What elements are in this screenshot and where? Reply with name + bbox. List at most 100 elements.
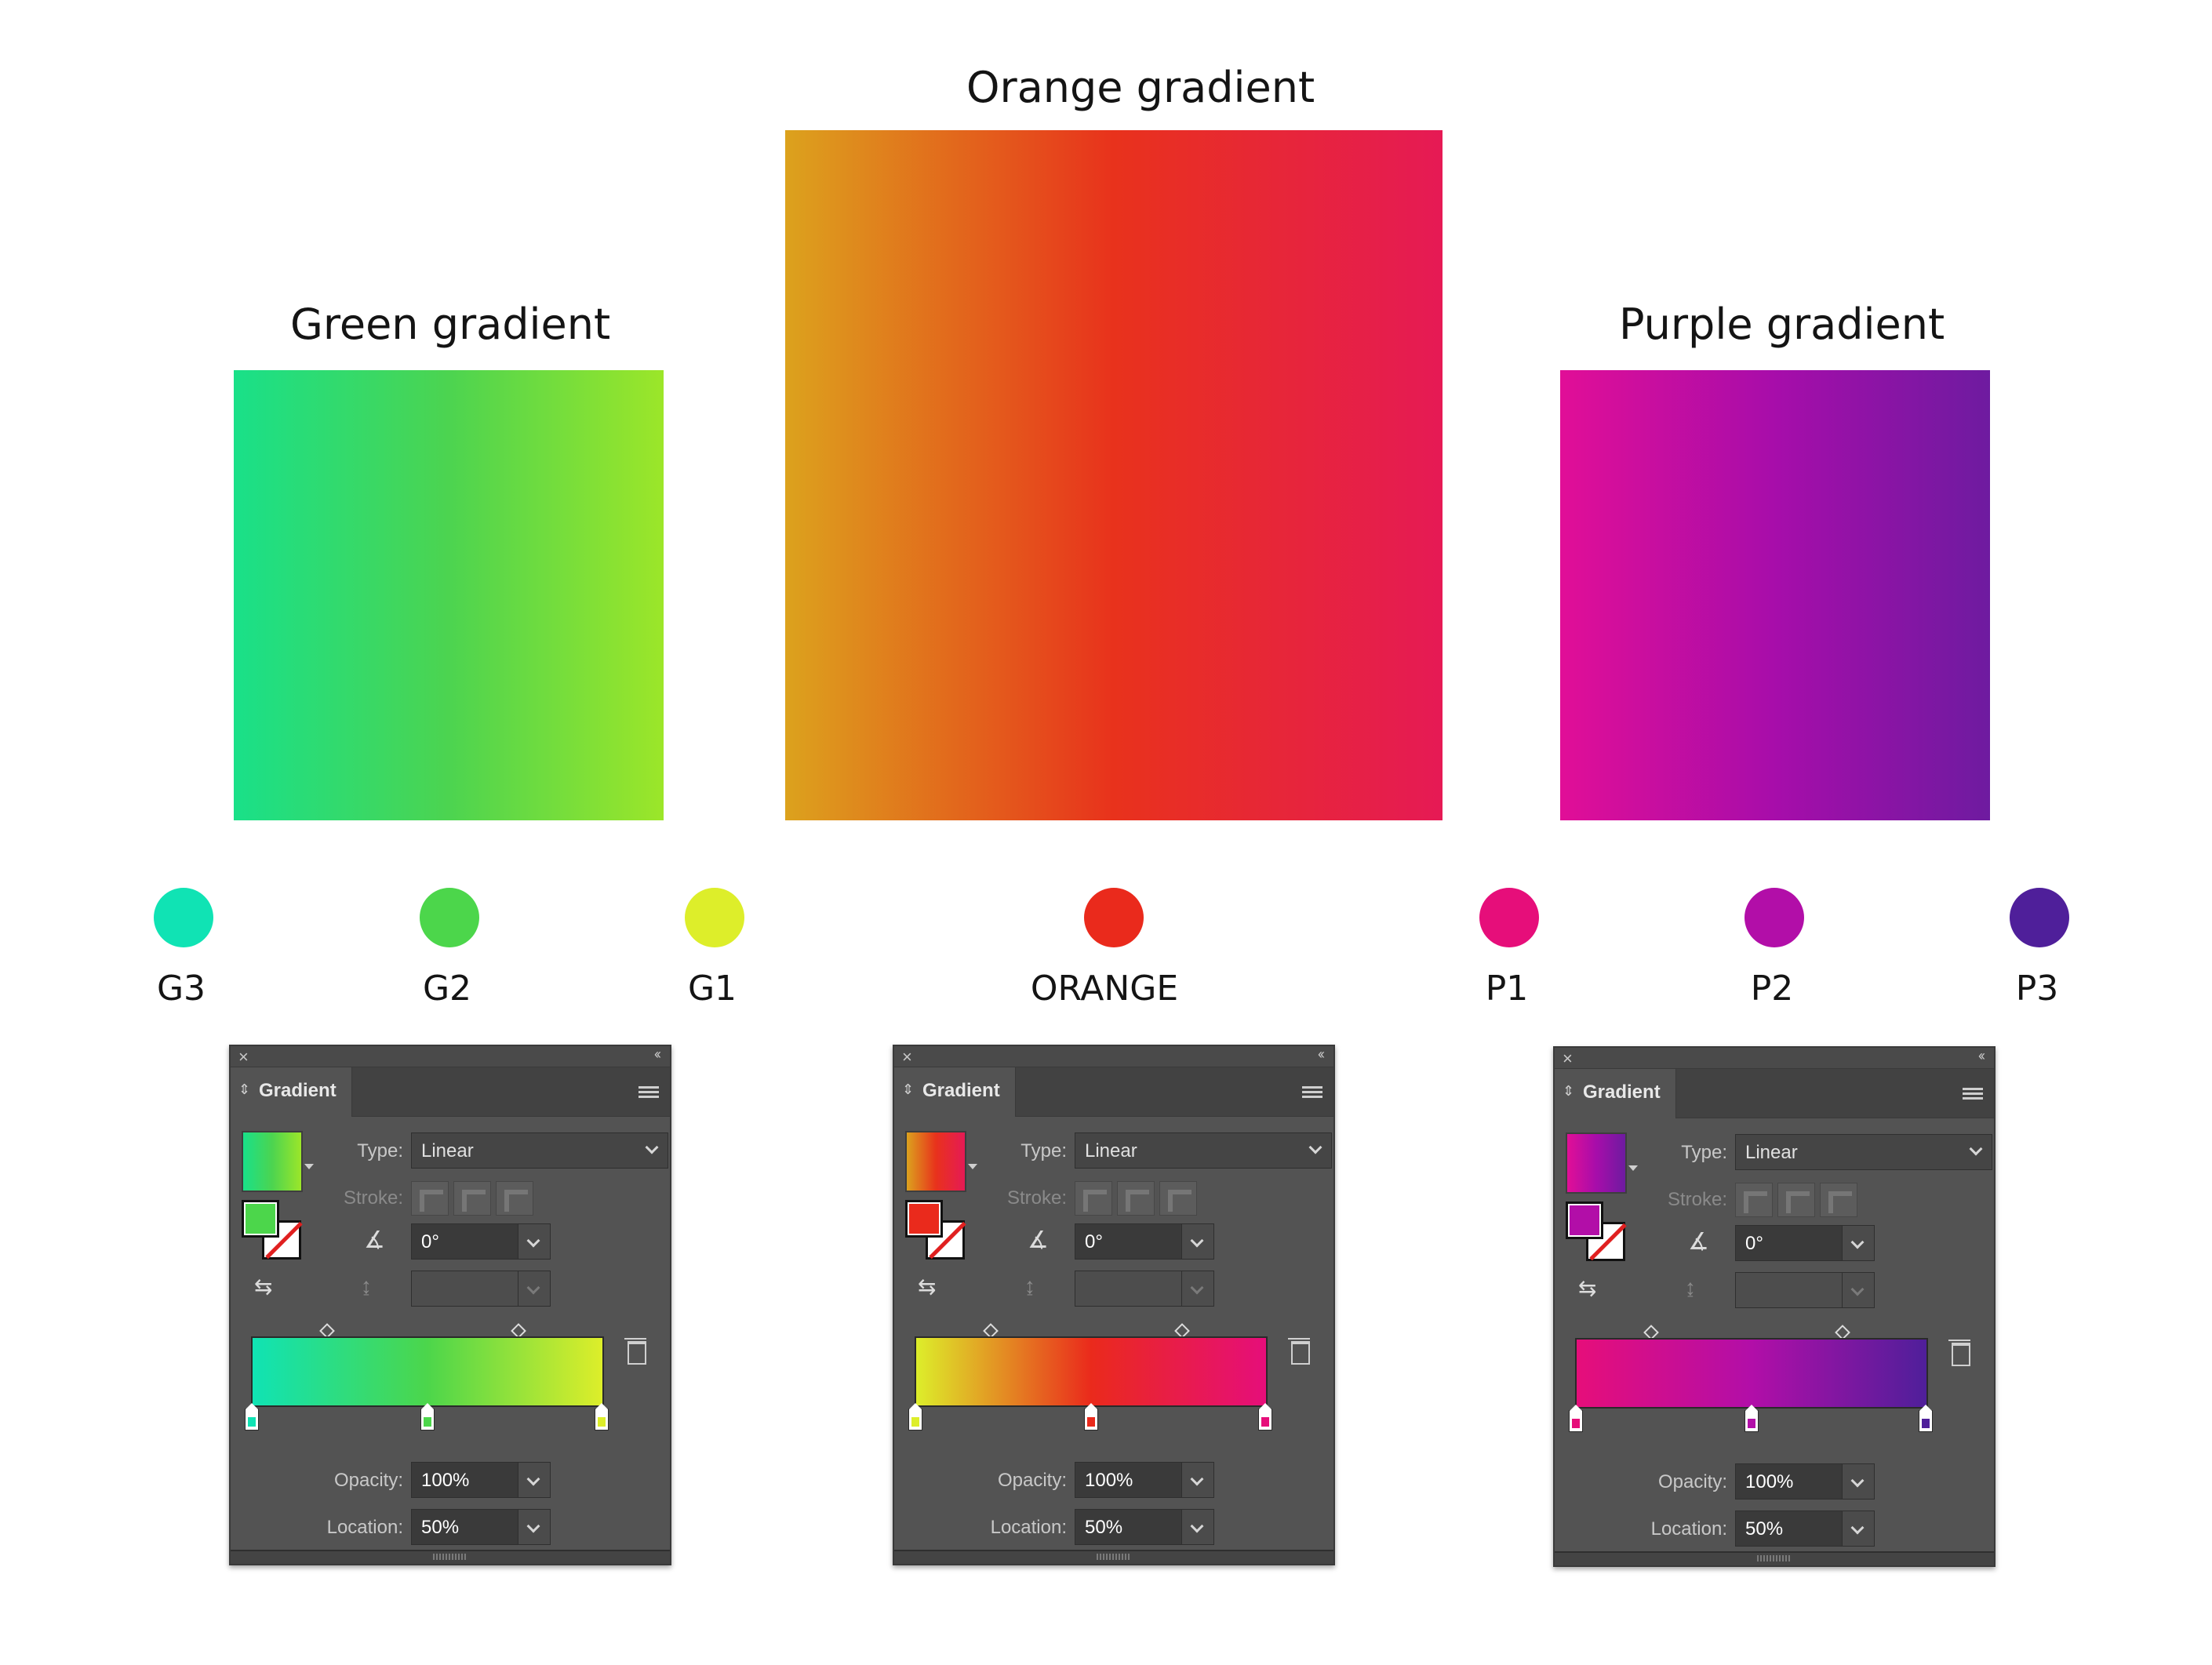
- gradient-ramp[interactable]: [1575, 1338, 1928, 1409]
- gradient-thumbnail[interactable]: [905, 1131, 966, 1192]
- location-dropdown-button[interactable]: [1842, 1510, 1875, 1547]
- gradient-stop-middle[interactable]: [420, 1403, 435, 1431]
- delete-stop-icon[interactable]: [1948, 1340, 1970, 1366]
- gradient-stop-right[interactable]: [595, 1403, 609, 1431]
- thumbnail-dropdown-icon[interactable]: [304, 1164, 314, 1169]
- thumbnail-dropdown-icon[interactable]: [1628, 1165, 1638, 1171]
- fill-stroke-indicator[interactable]: [1566, 1201, 1625, 1261]
- location-dropdown-button[interactable]: [518, 1509, 551, 1545]
- stroke-across-button[interactable]: [496, 1181, 533, 1216]
- stroke-along-button[interactable]: [1117, 1181, 1155, 1216]
- tab-gradient-label: Gradient: [922, 1080, 1000, 1101]
- stroke-across-button[interactable]: [1159, 1181, 1197, 1216]
- color-dot-p3: [2010, 888, 2069, 947]
- collapse-icon[interactable]: ‹‹: [654, 1046, 661, 1063]
- fill-color-box[interactable]: [242, 1200, 279, 1238]
- opacity-dropdown-button[interactable]: [518, 1462, 551, 1498]
- fill-stroke-indicator[interactable]: [242, 1200, 301, 1260]
- aspect-ratio-dropdown-button[interactable]: [1181, 1271, 1214, 1307]
- type-select[interactable]: Linear: [411, 1132, 668, 1169]
- updown-arrows-icon[interactable]: ⇕: [238, 1082, 250, 1098]
- fill-stroke-indicator[interactable]: [905, 1200, 965, 1260]
- aspect-ratio-input[interactable]: [1735, 1272, 1843, 1308]
- delete-stop-icon[interactable]: [1288, 1338, 1310, 1365]
- fill-color-box[interactable]: [1566, 1201, 1603, 1239]
- gradient-stop-left[interactable]: [908, 1403, 922, 1431]
- stroke-along-button[interactable]: [453, 1181, 491, 1216]
- panel-resize-bar[interactable]: [894, 1550, 1333, 1564]
- type-label: Type:: [357, 1140, 403, 1162]
- panel-menu-icon[interactable]: [1963, 1088, 1983, 1100]
- collapse-icon[interactable]: ‹‹: [1318, 1046, 1325, 1063]
- close-icon[interactable]: ×: [902, 1047, 912, 1067]
- angle-input[interactable]: 0°: [1735, 1225, 1843, 1261]
- delete-stop-icon[interactable]: [624, 1338, 646, 1365]
- resize-grip-icon[interactable]: [1757, 1555, 1792, 1561]
- opacity-input[interactable]: 100%: [1735, 1463, 1843, 1500]
- collapse-icon[interactable]: ‹‹: [1978, 1048, 1985, 1064]
- angle-dropdown-button[interactable]: [1181, 1223, 1214, 1260]
- gradient-panel-green: × ‹‹ ⇕ Gradient ⇆ Type: Linear Stroke: ∡…: [229, 1045, 671, 1565]
- panel-titlebar: × ‹‹: [1555, 1048, 1994, 1069]
- angle-dropdown-button[interactable]: [1842, 1225, 1875, 1261]
- angle-input[interactable]: 0°: [1075, 1223, 1183, 1260]
- gradient-stop-middle[interactable]: [1084, 1403, 1098, 1431]
- location-dropdown-button[interactable]: [1181, 1509, 1214, 1545]
- gradient-stop-right[interactable]: [1258, 1403, 1272, 1431]
- angle-input[interactable]: 0°: [411, 1223, 519, 1260]
- chevron-down-icon: [645, 1140, 659, 1154]
- stroke-within-button[interactable]: [1075, 1181, 1112, 1216]
- color-dot-g3: [154, 888, 213, 947]
- gradient-stop-right[interactable]: [1919, 1405, 1933, 1432]
- stroke-across-button[interactable]: [1820, 1183, 1857, 1217]
- tab-gradient[interactable]: ⇕ Gradient: [231, 1067, 352, 1117]
- aspect-ratio-input[interactable]: [411, 1271, 519, 1307]
- location-input[interactable]: 50%: [1075, 1509, 1183, 1545]
- resize-grip-icon[interactable]: [433, 1554, 468, 1560]
- reverse-gradient-icon[interactable]: ⇆: [254, 1274, 286, 1302]
- tab-gradient[interactable]: ⇕ Gradient: [894, 1067, 1016, 1117]
- aspect-ratio-dropdown-button[interactable]: [1842, 1272, 1875, 1308]
- thumbnail-dropdown-icon[interactable]: [968, 1164, 977, 1169]
- close-icon[interactable]: ×: [1563, 1049, 1573, 1069]
- gradient-stop-middle[interactable]: [1744, 1405, 1759, 1432]
- close-icon[interactable]: ×: [238, 1047, 249, 1067]
- location-label: Location:: [326, 1517, 403, 1538]
- panel-tab-row: ⇕ Gradient: [231, 1067, 670, 1117]
- stroke-along-button[interactable]: [1777, 1183, 1815, 1217]
- type-select[interactable]: Linear: [1735, 1134, 1992, 1170]
- updown-arrows-icon[interactable]: ⇕: [902, 1082, 914, 1098]
- gradient-stop-left[interactable]: [1569, 1405, 1583, 1432]
- location-input[interactable]: 50%: [411, 1509, 519, 1545]
- opacity-dropdown-button[interactable]: [1181, 1462, 1214, 1498]
- type-value: Linear: [1085, 1140, 1137, 1162]
- reverse-gradient-icon[interactable]: ⇆: [1578, 1275, 1610, 1303]
- panel-menu-icon[interactable]: [638, 1086, 659, 1099]
- gradient-thumbnail[interactable]: [1566, 1132, 1627, 1194]
- resize-grip-icon[interactable]: [1097, 1554, 1131, 1560]
- updown-arrows-icon[interactable]: ⇕: [1563, 1083, 1574, 1100]
- panel-resize-bar[interactable]: [1555, 1551, 1994, 1565]
- gradient-thumbnail[interactable]: [242, 1131, 303, 1192]
- aspect-ratio-input[interactable]: [1075, 1271, 1183, 1307]
- panel-resize-bar[interactable]: [231, 1550, 670, 1564]
- opacity-dropdown-button[interactable]: [1842, 1463, 1875, 1500]
- gradient-stop-left[interactable]: [245, 1403, 259, 1431]
- opacity-label: Opacity:: [1657, 1471, 1727, 1492]
- stroke-within-button[interactable]: [411, 1181, 449, 1216]
- location-value: 50%: [1085, 1517, 1123, 1538]
- fill-color-box[interactable]: [905, 1200, 943, 1238]
- location-input[interactable]: 50%: [1735, 1510, 1843, 1547]
- stroke-within-button[interactable]: [1735, 1183, 1773, 1217]
- type-select[interactable]: Linear: [1075, 1132, 1332, 1169]
- opacity-input[interactable]: 100%: [1075, 1462, 1183, 1498]
- opacity-input[interactable]: 100%: [411, 1462, 519, 1498]
- gradient-ramp[interactable]: [915, 1336, 1268, 1407]
- angle-dropdown-button[interactable]: [518, 1223, 551, 1260]
- reverse-gradient-icon[interactable]: ⇆: [918, 1274, 949, 1302]
- panel-menu-icon[interactable]: [1302, 1086, 1322, 1099]
- tab-gradient[interactable]: ⇕ Gradient: [1555, 1069, 1676, 1118]
- gradient-ramp[interactable]: [251, 1336, 604, 1407]
- aspect-ratio-dropdown-button[interactable]: [518, 1271, 551, 1307]
- location-label: Location:: [1650, 1518, 1727, 1540]
